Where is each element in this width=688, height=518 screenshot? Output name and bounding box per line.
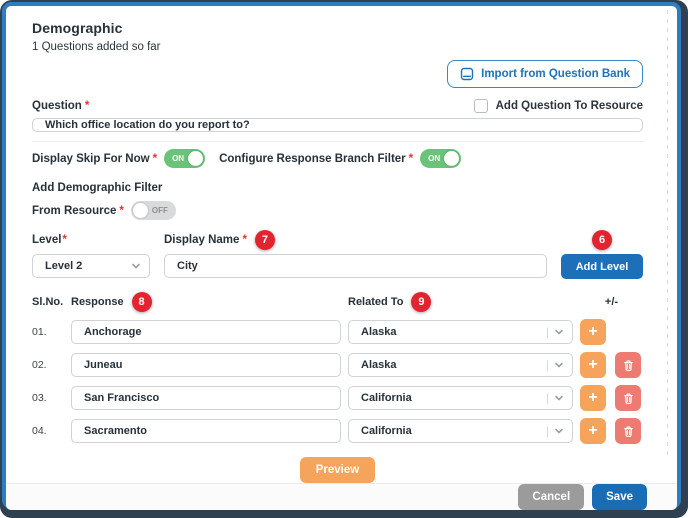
add-to-resource-label: Add Question To Resource [496,100,643,112]
branch-filter-toggle[interactable]: ON [420,149,461,168]
table-header-row: Sl.No. Response 8 Related To 9 +/- [32,292,643,312]
related-select-value: California [361,392,546,404]
trash-icon [622,392,635,405]
branch-filter-label: Configure Response Branch Filter* [219,153,413,165]
question-label: Question* [32,100,89,112]
response-input[interactable] [71,386,341,410]
related-select[interactable]: Alaska | [348,320,573,344]
level-select-value: Level 2 [45,260,131,272]
display-skip-toggle[interactable]: ON [164,149,205,168]
required-asterisk: * [85,100,89,112]
select-separator: | [546,358,549,372]
select-separator: | [546,391,549,405]
section-divider [32,141,643,142]
annotation-badge-6: 6 [592,230,612,250]
import-from-question-bank-button[interactable]: Import from Question Bank [447,60,643,88]
modal-frame: Demographic 1 Questions added so far Imp… [0,0,688,518]
level-select[interactable]: Level 2 [32,254,150,278]
modal-footer: Cancel Save [6,483,677,510]
demographic-question-modal: Demographic 1 Questions added so far Imp… [2,2,681,509]
cancel-button[interactable]: Cancel [518,484,584,510]
related-select-value: California [361,425,546,437]
trash-icon [622,425,635,438]
add-row-button[interactable]: + [580,385,606,411]
row-index: 02. [32,359,64,371]
toggle-knob [444,151,459,166]
select-separator: | [546,424,549,438]
related-select[interactable]: California | [348,419,573,443]
related-select-value: Alaska [361,326,546,338]
select-separator: | [546,325,549,339]
page-title: Demographic [32,20,643,36]
add-row-button[interactable]: + [580,352,606,378]
table-row: 04. California | + [32,418,643,444]
add-row-button[interactable]: + [580,319,606,345]
response-input[interactable] [71,419,341,443]
trash-icon [622,359,635,372]
level-label: Level* [32,229,150,251]
questions-count-text: 1 Questions added so far [32,41,643,53]
related-select-value: Alaska [361,359,546,371]
preview-button[interactable]: Preview [300,457,375,483]
row-index: 01. [32,326,64,338]
response-table: Sl.No. Response 8 Related To 9 +/- 01. A… [32,292,643,451]
chevron-down-icon [554,360,564,370]
question-input[interactable] [32,118,643,132]
add-level-button[interactable]: Add Level [561,254,643,279]
toggle-knob [133,203,148,218]
col-header-plus-minus: +/- [580,296,643,308]
import-button-label: Import from Question Bank [481,68,630,80]
annotation-badge-8: 8 [132,292,152,312]
col-header-response: Response 8 [71,292,341,312]
related-select[interactable]: California | [348,386,573,410]
chevron-down-icon [554,393,564,403]
table-row: 02. Alaska | + [32,352,643,378]
display-name-input[interactable] [164,254,547,278]
col-header-slno: Sl.No. [32,296,64,308]
delete-row-button[interactable] [615,385,641,411]
save-button[interactable]: Save [592,484,647,510]
scrollbar-track[interactable] [661,10,673,455]
display-name-label: Display Name* 7 [164,229,547,251]
add-row-button[interactable]: + [580,418,606,444]
question-bank-book-icon [460,67,474,81]
chevron-down-icon [131,261,141,271]
col-header-related-to: Related To 9 [348,292,573,312]
add-demographic-filter-heading: Add Demographic Filter [32,182,643,194]
from-resource-label: From Resource* [32,205,124,217]
delete-row-button[interactable] [615,352,641,378]
table-row: 01. Alaska | + [32,319,643,345]
response-input[interactable] [71,320,341,344]
related-select[interactable]: Alaska | [348,353,573,377]
annotation-badge-7: 7 [255,230,275,250]
chevron-down-icon [554,327,564,337]
delete-row-button[interactable] [615,418,641,444]
row-index: 03. [32,392,64,404]
from-resource-toggle[interactable]: OFF [131,201,176,220]
add-to-resource-checkbox[interactable] [474,99,488,113]
annotation-badge-9: 9 [411,292,431,312]
chevron-down-icon [554,426,564,436]
response-input[interactable] [71,353,341,377]
toggle-knob [188,151,203,166]
add-question-to-resource[interactable]: Add Question To Resource [474,99,643,113]
answer-rows: 01. Alaska | + 02. Alaska | + 03. [32,319,643,444]
row-index: 04. [32,425,64,437]
display-skip-label: Display Skip For Now* [32,153,157,165]
table-row: 03. California | + [32,385,643,411]
